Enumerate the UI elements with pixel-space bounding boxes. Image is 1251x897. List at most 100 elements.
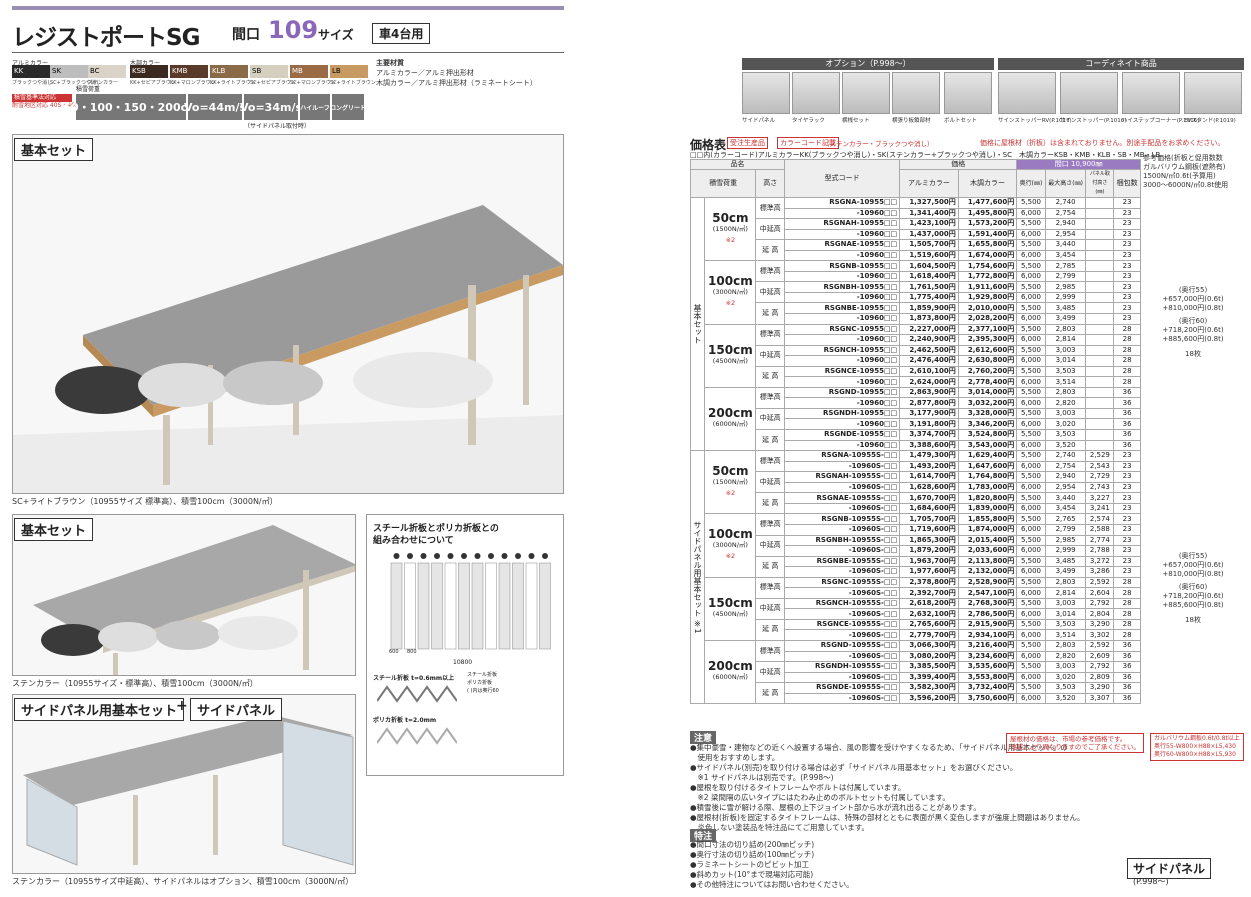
price-alumi: 1,341,400円 — [899, 207, 959, 220]
panel-height: 3,307 — [1085, 692, 1115, 705]
model-code: -10960□□ — [784, 207, 901, 220]
bundle-count: 36 — [1113, 661, 1141, 673]
price-alumi: 3,066,300円 — [899, 639, 959, 652]
table-row: 延 高 RSGNDE-10955S-□□ 3,582,300円 3,732,400円 5… — [691, 682, 1141, 705]
bundle-count: 23 — [1113, 502, 1141, 515]
bundle-count: 28 — [1113, 365, 1141, 378]
model-code: RSGNAE-10955□□ — [784, 239, 901, 251]
rp2-a: (奥行55) — [1178, 552, 1208, 560]
bundle-count: 36 — [1113, 418, 1141, 431]
option-thumb-0 — [742, 72, 790, 114]
height-type: 中延高 — [755, 661, 786, 684]
snow-load: 100cm — [708, 273, 753, 288]
depth: 5,500 — [1016, 639, 1046, 652]
height-type: 標準高 — [755, 260, 786, 283]
panel-marker-4 — [447, 553, 454, 559]
swatch-ksb: KSB — [130, 65, 168, 78]
price-mokume: 2,010,000円 — [957, 302, 1018, 314]
ref-note-3: 1500N/㎡0.6t(予算用) — [1143, 172, 1216, 180]
snow-newton: (6000N/㎡) — [712, 673, 748, 682]
catalog-page: レジストポートSG 間口 109 サイズ 車4台用 アルミカラー 木調カラー K… — [0, 0, 1251, 897]
panel-height: 3,290 — [1085, 618, 1115, 631]
max-height: 3,454 — [1044, 502, 1087, 515]
photo1-label: 基本セット — [14, 138, 94, 161]
bundle-count: 28 — [1113, 355, 1141, 367]
model-code: -10960S-□□ — [784, 608, 901, 620]
bundle-count: 28 — [1113, 587, 1141, 599]
panel-height — [1085, 407, 1115, 420]
th-hinmei: 品名 — [689, 159, 786, 170]
depth: 5,500 — [1016, 555, 1046, 568]
price-alumi: 1,628,600円 — [899, 481, 959, 494]
price-alumi: 2,392,700円 — [899, 587, 959, 599]
snow-load: 50cm — [712, 210, 749, 225]
swatch-name-sb: SC+セピアブラウン — [250, 80, 296, 86]
price-alumi: 1,977,600円 — [899, 566, 959, 578]
steel-title-2: 組み合わせについて — [373, 536, 454, 546]
group-label: サイドパネル用基本セット ※1 — [693, 520, 702, 634]
note-line: ●間口寸法の切り詰め(200㎜ピッチ) — [690, 840, 815, 849]
th-alumi: アルミカラー — [899, 169, 959, 198]
height-type: 延 高 — [755, 239, 786, 262]
roof-panel-7 — [485, 562, 497, 650]
option-label-6: サインストッパー(P.1016) — [1060, 118, 1127, 124]
bundle-count: 23 — [1113, 555, 1141, 568]
height-type: 延 高 — [755, 429, 786, 452]
snow-note: ※2 — [725, 298, 736, 307]
price-mokume: 3,346,200円 — [957, 418, 1018, 431]
panel-height: 2,592 — [1085, 576, 1115, 589]
price-mokume: 1,591,400円 — [957, 228, 1018, 241]
price-mokume: 2,015,400円 — [957, 534, 1018, 547]
rp2-c: +810,000円(0.8t) — [1162, 570, 1224, 578]
note-line: 使用をおすすめします。 — [690, 753, 780, 762]
model-code: -10960□□ — [784, 376, 901, 388]
depth: 6,000 — [1016, 313, 1046, 325]
depth: 6,000 — [1016, 397, 1046, 409]
swatch-name-kmb: KK+マロンブラウン — [170, 80, 216, 86]
panel-height — [1085, 249, 1115, 262]
rp1-c: +810,000円(0.8t) — [1162, 304, 1224, 312]
max-height: 3,440 — [1044, 492, 1087, 504]
bundle-count: 23 — [1113, 313, 1141, 325]
max-height: 3,485 — [1044, 555, 1087, 568]
model-code: -10960S-□□ — [784, 545, 901, 557]
max-height: 2,814 — [1044, 334, 1087, 346]
depth: 6,000 — [1016, 523, 1046, 536]
max-height: 3,020 — [1044, 418, 1087, 431]
price-alumi: 1,493,200円 — [899, 460, 959, 473]
depth: 6,000 — [1016, 692, 1046, 705]
th-panel: パネル取付高さ(㎜) — [1085, 169, 1115, 198]
snow-newton: (1500N/㎡) — [712, 477, 748, 486]
ref-note-2: ガルバリウム鋼板(遮熱有) — [1143, 163, 1226, 171]
table-row: 延 高 RSGNBE-10955□□ 1,859,900円 2,010,000円 5,5… — [691, 302, 1141, 325]
depth: 5,500 — [1016, 597, 1046, 610]
steel-profile-icon — [377, 685, 457, 703]
price-alumi: 2,240,900円 — [899, 334, 959, 346]
carport-illustration — [13, 135, 563, 493]
bundle-count: 23 — [1113, 291, 1141, 304]
max-height: 3,520 — [1044, 439, 1087, 452]
snow-load: 150cm — [708, 595, 753, 610]
max-height: 2,740 — [1044, 197, 1087, 209]
model-code: RSGNAE-10955S-□□ — [784, 492, 901, 504]
bundle-count: 28 — [1113, 608, 1141, 620]
table-row: 200cm (6000N/㎡) 標準高 RSGND-10955□□ 2,863,900円… — [691, 386, 1141, 452]
steel-poly-diagram: スチール折板とポリカ折板との 組み合わせについて 10800 600 800 ス… — [366, 514, 564, 776]
price-mokume: 1,674,000円 — [957, 249, 1018, 262]
depth: 5,500 — [1016, 239, 1046, 251]
price-alumi: 1,719,600円 — [899, 523, 959, 536]
height-type: 中延高 — [755, 407, 786, 431]
bundle-count: 28 — [1113, 344, 1141, 357]
legend-steel: スチール折板 — [467, 672, 498, 678]
panel-height — [1085, 386, 1115, 399]
materials-alumi: アルミカラー／アルミ押出形材 — [376, 69, 474, 77]
swatch-name-klb: KK+ライトブラウン — [210, 80, 256, 86]
panel-marker-9 — [515, 553, 521, 559]
max-height: 3,003 — [1044, 407, 1087, 420]
coordinate-header: コーディネイト商品 — [998, 58, 1244, 70]
panel-height: 2,788 — [1085, 545, 1115, 557]
depth: 6,000 — [1016, 439, 1046, 452]
price-mokume: 1,754,600円 — [957, 260, 1018, 272]
option-thumb-5 — [998, 72, 1056, 114]
max-height: 2,765 — [1044, 513, 1087, 525]
